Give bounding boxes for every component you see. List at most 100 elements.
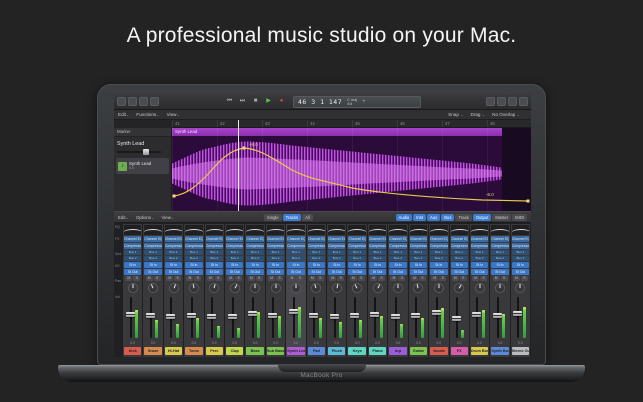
solo-button[interactable]: S xyxy=(215,276,222,281)
pan-knob[interactable] xyxy=(471,282,488,294)
channel-fader[interactable] xyxy=(328,295,345,340)
playhead[interactable] xyxy=(238,120,239,211)
send-slot[interactable]: Bus 1 xyxy=(389,250,406,255)
io-slot[interactable]: St In xyxy=(165,262,182,268)
send-slot[interactable]: Bus 1 xyxy=(328,250,345,255)
eq-thumbnail[interactable] xyxy=(389,225,406,235)
send-slot[interactable]: Bus 1 xyxy=(287,250,304,255)
send-slot[interactable]: Bus 2 xyxy=(246,256,263,261)
mute-button[interactable]: M xyxy=(411,276,418,281)
eq-thumbnail[interactable] xyxy=(348,225,365,235)
io-slot[interactable]: St In xyxy=(369,262,386,268)
send-slot[interactable]: Bus 2 xyxy=(369,256,386,261)
channel-name[interactable]: Guitar xyxy=(410,347,427,355)
insert-slot[interactable]: Compressor xyxy=(430,243,447,249)
send-slot[interactable]: Bus 1 xyxy=(267,250,284,255)
solo-button[interactable]: S xyxy=(358,276,365,281)
eq-thumbnail[interactable] xyxy=(246,225,263,235)
mixer-strip[interactable]: Channel EQCompressorBus 1Bus 2St InSt Ou… xyxy=(327,224,346,357)
channel-name[interactable]: Drum Bus xyxy=(471,347,488,355)
io-slot[interactable]: St In xyxy=(124,262,141,268)
channel-name[interactable]: Kick xyxy=(124,347,141,355)
channel-name[interactable]: Pluck xyxy=(328,347,345,355)
track-volume-slider[interactable] xyxy=(117,148,168,156)
eq-thumbnail[interactable] xyxy=(267,225,284,235)
filter-audio[interactable]: Audio xyxy=(396,214,413,221)
send-slot[interactable]: Bus 1 xyxy=(308,250,325,255)
send-slot[interactable]: Bus 2 xyxy=(144,256,161,261)
io-slot[interactable]: St In xyxy=(328,262,345,268)
insert-slot[interactable]: Compressor xyxy=(389,243,406,249)
channel-fader[interactable] xyxy=(471,295,488,340)
view-mode-all[interactable]: All xyxy=(302,214,313,221)
mixer-strip[interactable]: Channel EQCompressorBus 1Bus 2St InSt Ou… xyxy=(388,224,407,357)
fader-cap[interactable] xyxy=(228,314,237,319)
fader-cap[interactable] xyxy=(126,312,135,317)
channel-fader[interactable] xyxy=(165,295,182,340)
pan-knob[interactable] xyxy=(430,282,447,294)
send-slot[interactable]: Bus 2 xyxy=(512,256,529,261)
insert-slot[interactable]: Channel EQ xyxy=(491,236,508,242)
solo-button[interactable]: S xyxy=(317,276,324,281)
solo-button[interactable]: S xyxy=(398,276,405,281)
io-slot[interactable]: St Out xyxy=(124,269,141,275)
insert-slot[interactable]: Channel EQ xyxy=(124,236,141,242)
io-slot[interactable]: St In xyxy=(144,262,161,268)
inspector-icon[interactable] xyxy=(128,97,137,106)
tracks-area[interactable]: Synth Lead xyxy=(172,128,531,211)
send-slot[interactable]: Bus 1 xyxy=(185,250,202,255)
insert-slot[interactable]: Compressor xyxy=(206,243,223,249)
insert-slot[interactable]: Channel EQ xyxy=(471,236,488,242)
mixer-strip[interactable]: Channel EQCompressorBus 1Bus 2St InSt Ou… xyxy=(205,224,224,357)
channel-fader[interactable] xyxy=(512,295,529,340)
fader-cap[interactable] xyxy=(207,314,216,319)
mixer-strip[interactable]: Channel EQCompressorBus 1Bus 2St InSt Ou… xyxy=(409,224,428,357)
pan-knob[interactable] xyxy=(144,282,161,294)
pan-knob[interactable] xyxy=(389,282,406,294)
fader-cap[interactable] xyxy=(391,314,400,319)
channel-name[interactable]: Keys xyxy=(348,347,365,355)
channel-name[interactable]: FX xyxy=(451,347,468,355)
mixer-strip[interactable]: Channel EQCompressorBus 1Bus 2St InSt Ou… xyxy=(307,224,326,357)
pan-knob[interactable] xyxy=(185,282,202,294)
insert-slot[interactable]: Channel EQ xyxy=(226,236,243,242)
rewind-button[interactable]: ⏮ xyxy=(224,96,235,107)
channel-name[interactable]: Clap xyxy=(226,347,243,355)
insert-slot[interactable]: Compressor xyxy=(287,243,304,249)
send-slot[interactable]: Bus 2 xyxy=(410,256,427,261)
io-slot[interactable]: St Out xyxy=(410,269,427,275)
solo-button[interactable]: S xyxy=(276,276,283,281)
channel-name[interactable]: Arp xyxy=(389,347,406,355)
mute-button[interactable]: M xyxy=(146,276,153,281)
solo-button[interactable]: S xyxy=(133,276,140,281)
fader-cap[interactable] xyxy=(452,316,461,321)
pan-knob[interactable] xyxy=(328,282,345,294)
mute-button[interactable]: M xyxy=(390,276,397,281)
send-slot[interactable]: Bus 1 xyxy=(430,250,447,255)
automation-node[interactable] xyxy=(243,147,246,150)
insert-slot[interactable]: Channel EQ xyxy=(410,236,427,242)
filter-output[interactable]: Output xyxy=(473,214,492,221)
mixer-strip[interactable]: Channel EQCompressorBus 1Bus 2St InSt Ou… xyxy=(143,224,162,357)
send-slot[interactable]: Bus 1 xyxy=(144,250,161,255)
io-slot[interactable]: St In xyxy=(185,262,202,268)
insert-slot[interactable]: Compressor xyxy=(471,243,488,249)
channel-name[interactable]: Vocals xyxy=(430,347,447,355)
solo-button[interactable]: S xyxy=(480,276,487,281)
mute-button[interactable]: M xyxy=(431,276,438,281)
track-list-item[interactable]: ♪ Synth Lead 0.0 xyxy=(116,158,169,174)
insert-slot[interactable]: Channel EQ xyxy=(308,236,325,242)
fader-cap[interactable] xyxy=(411,313,420,318)
solo-button[interactable]: S xyxy=(296,276,303,281)
slider-handle[interactable] xyxy=(143,149,149,155)
send-slot[interactable]: Bus 1 xyxy=(491,250,508,255)
solo-button[interactable]: S xyxy=(337,276,344,281)
mute-button[interactable]: M xyxy=(268,276,275,281)
io-slot[interactable]: St Out xyxy=(165,269,182,275)
solo-button[interactable]: S xyxy=(419,276,426,281)
mute-button[interactable]: M xyxy=(166,276,173,281)
insert-slot[interactable]: Channel EQ xyxy=(328,236,345,242)
send-slot[interactable]: Bus 1 xyxy=(206,250,223,255)
fader-cap[interactable] xyxy=(370,312,379,317)
io-slot[interactable]: St In xyxy=(226,262,243,268)
